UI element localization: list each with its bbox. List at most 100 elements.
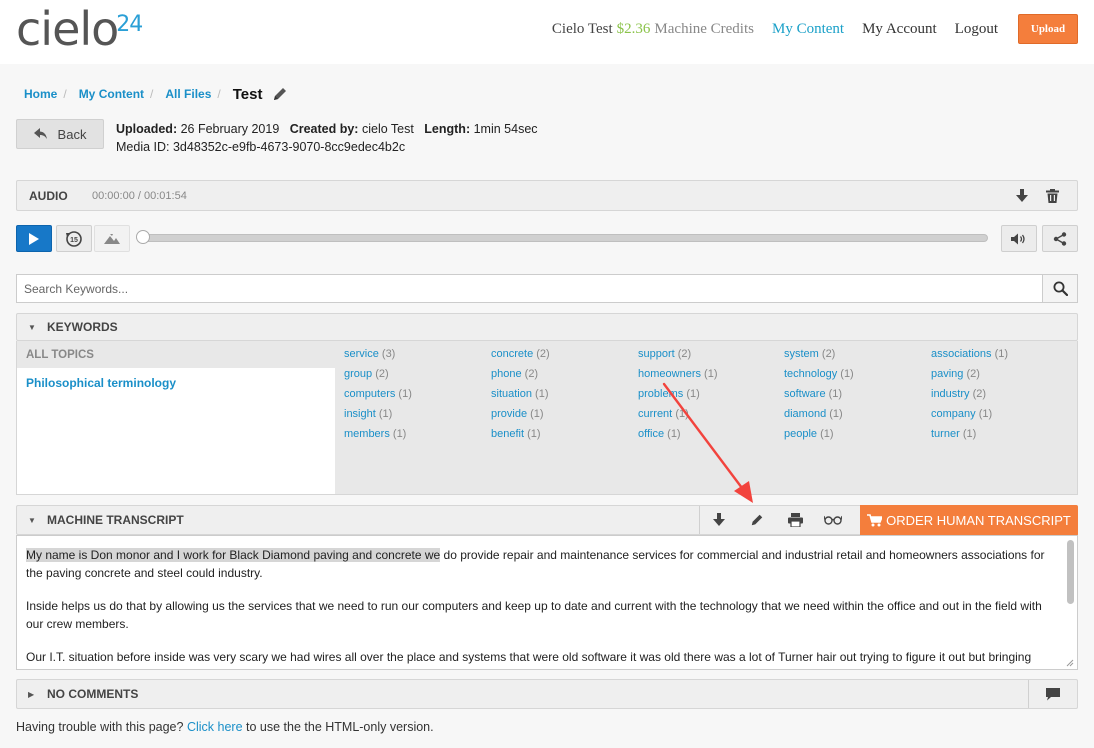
transcript-scrollbar[interactable] bbox=[1064, 538, 1076, 667]
back-label: Back bbox=[57, 126, 87, 142]
comments-header[interactable]: ▶ NO COMMENTS bbox=[16, 679, 1078, 709]
edit-transcript-button[interactable] bbox=[738, 506, 776, 534]
keyword-link[interactable]: computers (1) bbox=[344, 388, 412, 400]
playback-speed-button[interactable] bbox=[94, 225, 130, 252]
keyword-count: (1) bbox=[994, 348, 1009, 360]
keyword-link[interactable]: turner (1) bbox=[931, 428, 976, 440]
print-transcript-button[interactable] bbox=[776, 506, 814, 534]
keyword-word: technology bbox=[784, 368, 838, 380]
keyword-link[interactable]: concrete (2) bbox=[491, 348, 550, 360]
credits-label: Machine Credits bbox=[654, 20, 754, 37]
breadcrumb-my-content[interactable]: My Content bbox=[79, 87, 144, 101]
search-input[interactable] bbox=[17, 275, 1043, 302]
keywords-header[interactable]: ▼ KEYWORDS bbox=[16, 313, 1078, 341]
length-value: 1min 54sec bbox=[473, 122, 538, 136]
keyword-link[interactable]: benefit (1) bbox=[491, 428, 541, 440]
footer-help: Having trouble with this page? Click her… bbox=[16, 720, 434, 734]
uploaded-value: 26 February 2019 bbox=[180, 122, 280, 136]
keyword-link[interactable]: phone (2) bbox=[491, 368, 538, 380]
share-button[interactable] bbox=[1042, 225, 1078, 252]
keyword-count: (1) bbox=[820, 428, 834, 440]
transcript-paragraph: Our I.T. situation before inside was ver… bbox=[26, 650, 1032, 669]
breadcrumb-home[interactable]: Home bbox=[24, 87, 57, 101]
download-transcript-button[interactable] bbox=[700, 506, 738, 534]
keyword-word: members bbox=[344, 428, 390, 440]
breadcrumb-separator: / bbox=[63, 87, 67, 101]
keyword-count: (1) bbox=[829, 408, 843, 420]
keyword-link[interactable]: diamond (1) bbox=[784, 408, 843, 420]
keyword-count: (1) bbox=[978, 408, 993, 420]
delete-audio-button[interactable] bbox=[1037, 188, 1067, 203]
keyword-link[interactable]: provide (1) bbox=[491, 408, 544, 420]
audio-progress-track[interactable] bbox=[140, 234, 988, 242]
caret-down-icon[interactable]: ▼ bbox=[28, 506, 36, 534]
topic-item[interactable]: Philosophical terminology bbox=[26, 376, 176, 390]
download-audio-button[interactable] bbox=[1007, 188, 1037, 203]
keyword-count: (1) bbox=[530, 408, 544, 420]
keyword-link[interactable]: company (1) bbox=[931, 408, 992, 420]
keyword-link[interactable]: support (2) bbox=[638, 348, 691, 360]
scroll-thumb[interactable] bbox=[1067, 540, 1074, 604]
pencil-icon[interactable] bbox=[272, 86, 288, 102]
caret-right-icon: ▶ bbox=[28, 689, 35, 699]
cielo24-logo[interactable]: cielo24 bbox=[16, 2, 143, 66]
keyword-link[interactable]: technology (1) bbox=[784, 368, 854, 380]
keyword-link[interactable]: system (2) bbox=[784, 348, 835, 360]
transcript-textarea[interactable]: My name is Don monor and I work for Blac… bbox=[16, 535, 1078, 670]
transcript-title[interactable]: MACHINE TRANSCRIPT bbox=[47, 506, 184, 534]
page-title: Test bbox=[232, 85, 263, 103]
volume-button[interactable] bbox=[1001, 225, 1037, 252]
breadcrumb-separator: / bbox=[217, 87, 221, 101]
order-human-transcript-button[interactable]: ORDER HUMAN TRANSCRIPT bbox=[860, 505, 1078, 536]
order-label: ORDER HUMAN TRANSCRIPT bbox=[886, 513, 1071, 528]
keyword-word: people bbox=[784, 428, 818, 440]
nav-logout[interactable]: Logout bbox=[955, 21, 998, 38]
keyword-link[interactable]: industry (2) bbox=[931, 388, 986, 400]
html-only-link[interactable]: Click here bbox=[187, 720, 243, 734]
keyword-count: (1) bbox=[704, 368, 718, 380]
keyword-word: concrete bbox=[491, 348, 534, 360]
keyword-word: system bbox=[784, 348, 819, 360]
keywords-title: KEYWORDS bbox=[47, 320, 118, 334]
keyword-word: provide bbox=[491, 408, 528, 420]
audio-progress-thumb[interactable] bbox=[136, 230, 150, 244]
keyword-word: benefit bbox=[491, 428, 525, 440]
keyword-link[interactable]: insight (1) bbox=[344, 408, 392, 420]
play-button[interactable] bbox=[16, 225, 52, 252]
credits-amount: $2.36 bbox=[616, 20, 651, 37]
keyword-count: (1) bbox=[378, 408, 393, 420]
reply-arrow-icon bbox=[33, 128, 47, 139]
nav-my-content[interactable]: My Content bbox=[772, 21, 844, 38]
back-button[interactable]: Back bbox=[16, 119, 104, 149]
keyword-link[interactable]: people (1) bbox=[784, 428, 834, 440]
rewind-15-button[interactable]: 15 bbox=[56, 225, 92, 252]
keyword-link[interactable]: situation (1) bbox=[491, 388, 549, 400]
keyword-count: (2) bbox=[821, 348, 836, 360]
resize-handle-icon[interactable] bbox=[1066, 659, 1074, 667]
keyword-word: phone bbox=[491, 368, 522, 380]
keyword-link[interactable]: group (2) bbox=[344, 368, 389, 380]
upload-button[interactable]: Upload bbox=[1018, 14, 1078, 44]
cart-icon bbox=[867, 514, 883, 527]
search-button[interactable] bbox=[1042, 275, 1077, 302]
keyword-link[interactable]: service (3) bbox=[344, 348, 395, 360]
breadcrumb: Home / My Content / All Files / Test bbox=[24, 84, 288, 104]
keyword-word: insight bbox=[344, 408, 376, 420]
keyword-word: industry bbox=[931, 388, 970, 400]
keyword-word: software bbox=[784, 388, 826, 400]
nav-my-account[interactable]: My Account bbox=[862, 21, 937, 38]
keyword-link[interactable]: software (1) bbox=[784, 388, 842, 400]
media-id: Media ID: 3d48352c-e9fb-4673-9070-8cc9ed… bbox=[116, 140, 406, 154]
keyword-link[interactable]: associations (1) bbox=[931, 348, 1008, 360]
keyword-word: company bbox=[931, 408, 976, 420]
view-transcript-button[interactable] bbox=[814, 506, 852, 534]
annotation-arrow-icon bbox=[662, 382, 753, 503]
keyword-link[interactable]: homeowners (1) bbox=[638, 368, 718, 380]
add-comment-button[interactable] bbox=[1028, 680, 1077, 708]
glasses-icon bbox=[824, 515, 842, 525]
keyword-link[interactable]: members (1) bbox=[344, 428, 406, 440]
keyword-link[interactable]: paving (2) bbox=[931, 368, 980, 380]
keyword-count: (1) bbox=[828, 388, 843, 400]
comment-icon bbox=[1046, 688, 1060, 701]
breadcrumb-all-files[interactable]: All Files bbox=[165, 87, 211, 101]
